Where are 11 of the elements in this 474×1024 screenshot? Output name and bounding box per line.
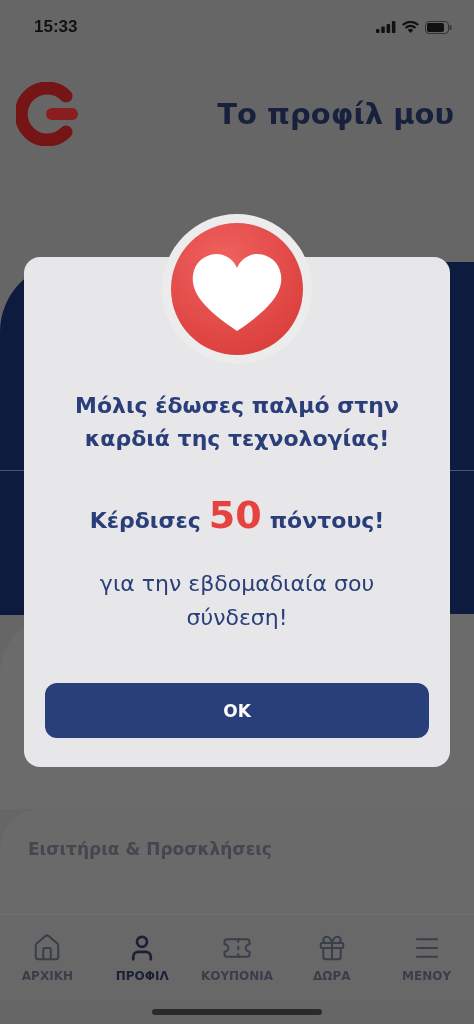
reward-text: Κέρδισες 50 πόντους!: [89, 493, 385, 537]
ok-button[interactable]: OK: [45, 683, 429, 738]
page-title: Το προφίλ μου: [217, 97, 454, 131]
status-time: 15:33: [34, 17, 78, 37]
wifi-icon: [402, 21, 419, 33]
logo-icon: [16, 82, 80, 146]
dialog-title: Μόλις έδωσες παλμό στην καρδιά της τεχνολογίας!: [74, 392, 400, 453]
battery-icon: [425, 20, 452, 34]
signal-icon: [376, 21, 396, 33]
dialog-message: για την εβδομαδιαία σου σύνδεση!: [98, 570, 376, 632]
tab[interactable]: ΠΡΟΦΙΛ: [94, 932, 190, 983]
